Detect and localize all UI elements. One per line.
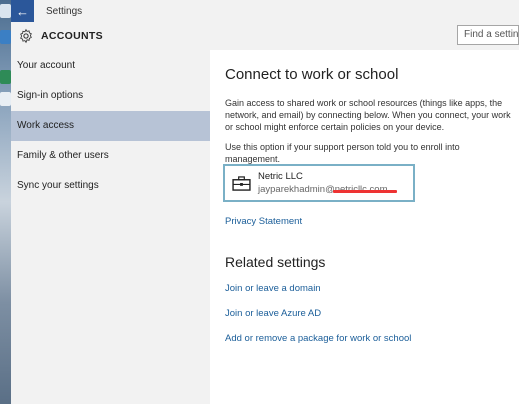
work-account-item[interactable]: Netric LLC jayparekhadmin@netricllc.com xyxy=(223,164,415,202)
desktop-app-icon[interactable] xyxy=(0,70,11,84)
section-heading: Connect to work or school xyxy=(225,66,399,83)
privacy-statement-link[interactable]: Privacy Statement xyxy=(225,216,302,227)
description-text: Gain access to shared work or school res… xyxy=(225,98,511,132)
gear-icon xyxy=(20,28,32,44)
sidebar-item-sign-in-options[interactable]: Sign-in options xyxy=(11,81,210,111)
back-button[interactable]: ← xyxy=(11,0,34,22)
redaction-mark xyxy=(333,190,397,193)
add-package-link[interactable]: Add or remove a package for work or scho… xyxy=(225,333,411,344)
main-content: Connect to work or school Gain access to… xyxy=(223,50,519,404)
back-arrow-icon: ← xyxy=(16,3,29,19)
sidebar-item-your-account[interactable]: Your account xyxy=(11,51,210,81)
sidebar-item-family-other-users[interactable]: Family & other users xyxy=(11,141,210,171)
desktop-background xyxy=(0,0,11,404)
desktop-app-icon[interactable] xyxy=(0,92,11,106)
page-title: ACCOUNTS xyxy=(41,30,103,42)
title-bar: ← Settings xyxy=(11,0,519,22)
window-title: Settings xyxy=(46,5,83,17)
enroll-description-text: Use this option if your support person t… xyxy=(225,142,460,164)
desktop-app-icon[interactable] xyxy=(0,30,11,44)
settings-header: ACCOUNTS Find a setting xyxy=(11,22,519,50)
account-name: Netric LLC xyxy=(258,171,303,182)
search-input[interactable]: Find a setting xyxy=(457,25,519,45)
settings-window: ← Settings ACCOUNTS Find a setting Your … xyxy=(11,0,519,404)
join-azure-ad-link[interactable]: Join or leave Azure AD xyxy=(225,308,321,319)
join-domain-link[interactable]: Join or leave a domain xyxy=(225,283,321,294)
sidebar-item-work-access[interactable]: Work access xyxy=(11,111,210,141)
sidebar-item-sync-settings[interactable]: Sync your settings xyxy=(11,171,210,201)
desktop-recycle-bin-icon[interactable] xyxy=(0,4,11,18)
sidebar: Your account Sign-in options Work access… xyxy=(11,50,210,404)
briefcase-icon xyxy=(232,176,251,191)
related-settings-heading: Related settings xyxy=(225,254,326,270)
